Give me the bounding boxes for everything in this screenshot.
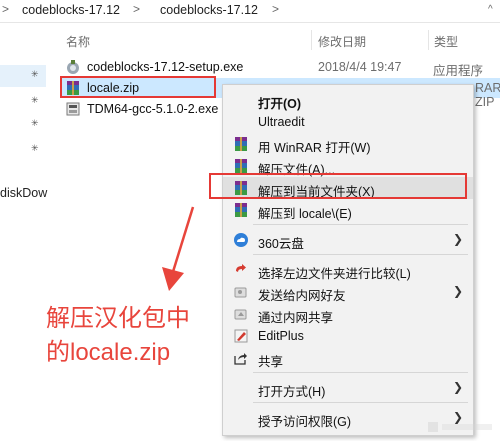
menu-separator bbox=[253, 224, 468, 225]
menu-item-compare[interactable]: 选择左边文件夹进行比较(L) bbox=[223, 259, 473, 281]
menu-item-open-with-winrar[interactable]: 用 WinRAR 打开(W) bbox=[223, 133, 473, 155]
submenu-arrow-icon: ❯ bbox=[452, 232, 463, 246]
send-icon bbox=[234, 287, 247, 298]
menu-separator bbox=[253, 372, 468, 373]
winrar-icon bbox=[235, 159, 247, 173]
pin-icon: ✳ bbox=[31, 95, 39, 105]
column-header-date[interactable]: 修改日期 bbox=[318, 33, 366, 50]
column-divider[interactable] bbox=[311, 30, 312, 50]
winrar-icon bbox=[235, 203, 247, 217]
submenu-arrow-icon: ❯ bbox=[452, 380, 463, 394]
column-header-name[interactable]: 名称 bbox=[66, 33, 90, 50]
menu-item-label: 共享 bbox=[258, 355, 284, 369]
menu-item-360-cloud[interactable]: 360云盘 ❯ bbox=[223, 229, 473, 251]
tdm-gcc-exe-icon bbox=[66, 102, 80, 116]
menu-item-label: 通过内网共享 bbox=[258, 311, 334, 325]
pin-icon: ✳ bbox=[31, 69, 39, 79]
file-date: 2018/4/4 19:47 bbox=[318, 60, 402, 74]
menu-item-send-lan-friend[interactable]: 发送给内网好友 ❯ bbox=[223, 281, 473, 303]
editplus-icon bbox=[234, 329, 248, 343]
breadcrumb-separator: > bbox=[2, 2, 10, 16]
cloud-icon bbox=[234, 233, 248, 247]
menu-item-label: 打开(O) bbox=[258, 97, 302, 111]
menu-item-ultraedit[interactable]: Ultraedit bbox=[223, 111, 473, 133]
annotation-text-line2: 的locale.zip bbox=[46, 339, 171, 366]
share-icon bbox=[234, 353, 247, 365]
menu-separator bbox=[253, 254, 468, 255]
submenu-arrow-icon: ❯ bbox=[452, 284, 463, 298]
menu-item-label: 打开方式(H) bbox=[258, 385, 326, 399]
expand-ribbon-icon[interactable]: ^ bbox=[488, 4, 493, 15]
menu-item-extract-to-folder[interactable]: 解压到 locale\(E) bbox=[223, 199, 473, 221]
menu-item-share[interactable]: 共享 bbox=[223, 347, 473, 369]
menu-item-label: 选择左边文件夹进行比较(L) bbox=[258, 267, 411, 281]
highlight-box-menu-item bbox=[209, 173, 467, 199]
menu-item-label: 用 WinRAR 打开(W) bbox=[258, 141, 371, 155]
file-name: codeblocks-17.12-setup.exe bbox=[87, 60, 244, 74]
share-lan-icon bbox=[234, 309, 247, 320]
menu-item-lan-share[interactable]: 通过内网共享 bbox=[223, 303, 473, 325]
file-type: 应用程序 bbox=[433, 64, 484, 78]
context-menu: 打开(O) Ultraedit 用 WinRAR 打开(W) 解压文件(A)..… bbox=[222, 84, 474, 436]
highlight-box-file bbox=[60, 76, 216, 98]
column-header-type[interactable]: 类型 bbox=[434, 33, 458, 50]
menu-item-label: 360云盘 bbox=[258, 237, 304, 251]
watermark-logo-icon bbox=[428, 422, 492, 432]
pin-icon: ✳ bbox=[31, 118, 39, 128]
annotation-text-line1: 解压汉化包中 bbox=[46, 305, 190, 332]
annotation-arrow-icon bbox=[162, 206, 195, 291]
menu-item-label: 解压到 locale\(E) bbox=[258, 207, 352, 221]
menu-item-label: EditPlus bbox=[258, 329, 304, 343]
breadcrumb-separator: > bbox=[272, 2, 280, 16]
menu-item-label: Ultraedit bbox=[258, 115, 305, 129]
file-row[interactable]: codeblocks-17.12-setup.exe 2018/4/4 19:4… bbox=[60, 57, 500, 78]
column-divider[interactable] bbox=[428, 30, 429, 50]
breadcrumb-item[interactable]: codeblocks-17.12 bbox=[22, 3, 120, 17]
menu-item-editplus[interactable]: EditPlus bbox=[223, 325, 473, 347]
winrar-icon bbox=[235, 137, 247, 151]
breadcrumb-item[interactable]: codeblocks-17.12 bbox=[160, 3, 258, 17]
navigation-pane: ✳ ✳ ✳ ✳ diskDow bbox=[0, 23, 50, 441]
pin-icon: ✳ bbox=[31, 143, 39, 153]
compare-icon bbox=[236, 264, 246, 272]
menu-separator bbox=[253, 402, 468, 403]
menu-item-open[interactable]: 打开(O) bbox=[223, 89, 473, 111]
file-name: TDM64-gcc-5.1.0-2.exe bbox=[87, 102, 219, 116]
setup-exe-icon bbox=[67, 60, 79, 74]
address-bar[interactable]: > codeblocks-17.12 > codeblocks-17.12 > … bbox=[0, 0, 500, 23]
nav-item-label[interactable]: diskDow bbox=[0, 186, 47, 200]
menu-item-label: 授予访问权限(G) bbox=[258, 415, 352, 429]
menu-item-label: 发送给内网好友 bbox=[258, 289, 346, 303]
breadcrumb-separator: > bbox=[133, 2, 141, 16]
menu-item-open-with[interactable]: 打开方式(H) ❯ bbox=[223, 377, 473, 399]
